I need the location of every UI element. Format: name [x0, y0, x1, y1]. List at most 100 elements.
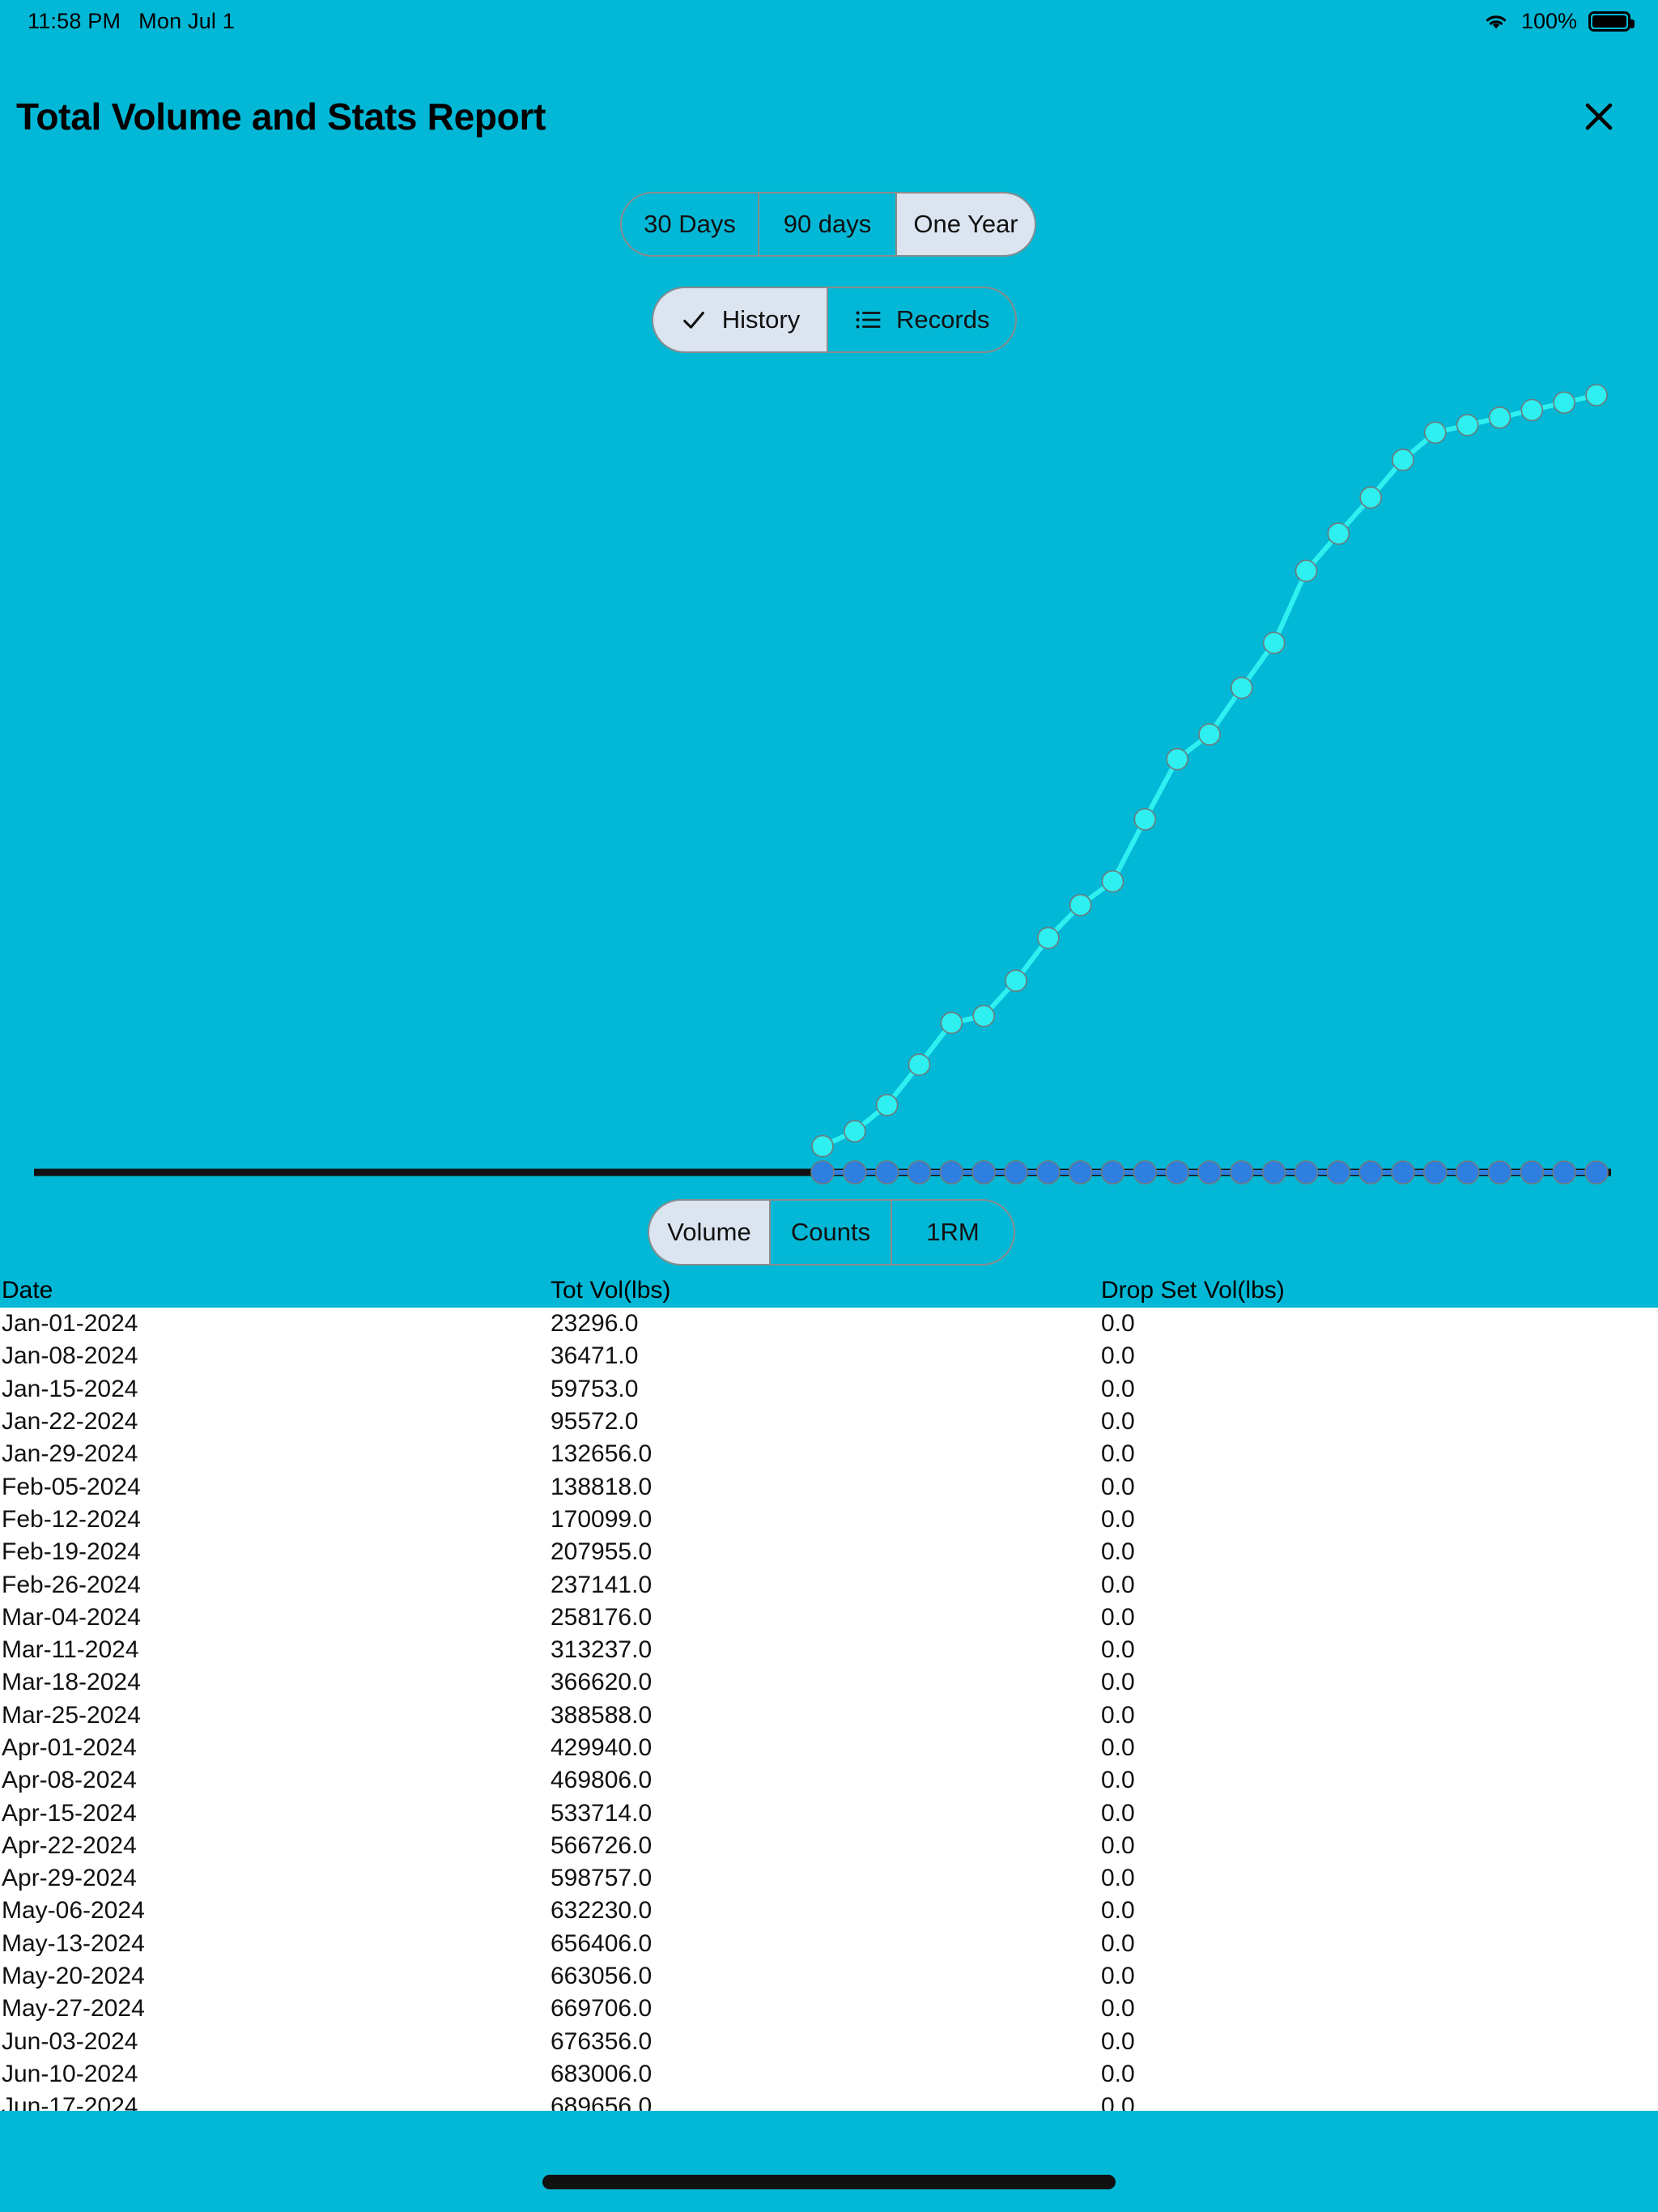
table-row[interactable]: May-20-2024 663056.0 0.0 — [0, 1960, 1658, 1993]
table-row[interactable]: Mar-18-2024 366620.0 0.0 — [0, 1666, 1658, 1699]
table-row[interactable]: Apr-15-2024 533714.0 0.0 — [0, 1797, 1658, 1829]
chart-data-point[interactable] — [1584, 1160, 1609, 1185]
chart-data-point[interactable] — [1005, 969, 1027, 993]
chart-data-point[interactable] — [843, 1160, 867, 1185]
chart-data-point[interactable] — [1165, 1160, 1189, 1185]
table-row[interactable]: Apr-08-2024 469806.0 0.0 — [0, 1764, 1658, 1797]
chart-data-point[interactable] — [1456, 414, 1479, 436]
chart-data-point[interactable] — [1391, 1160, 1415, 1185]
chart-data-point[interactable] — [1552, 1160, 1576, 1185]
chart-data-point[interactable] — [1037, 926, 1060, 950]
metric-option-volume[interactable]: Volume — [649, 1201, 771, 1264]
period-option-30-days[interactable]: 30 Days — [622, 194, 759, 255]
cell-drop-set-vol: 0.0 — [1101, 1408, 1135, 1436]
table-row[interactable]: Jan-08-2024 36471.0 0.0 — [0, 1340, 1658, 1372]
chart-data-point[interactable] — [1133, 808, 1157, 831]
cell-date: Feb-26-2024 — [2, 1571, 141, 1598]
stats-table[interactable]: Date Tot Vol(lbs) Drop Set Vol(lbs) Jan-… — [0, 1274, 1658, 2111]
cell-date: Feb-05-2024 — [2, 1473, 141, 1500]
chart-data-point[interactable] — [1520, 1160, 1545, 1185]
table-row[interactable]: Feb-26-2024 237141.0 0.0 — [0, 1568, 1658, 1601]
table-row[interactable]: Jun-17-2024 689656.0 0.0 — [0, 2091, 1658, 2111]
table-row[interactable]: Jan-15-2024 59753.0 0.0 — [0, 1373, 1658, 1406]
table-row[interactable]: Apr-22-2024 566726.0 0.0 — [0, 1830, 1658, 1862]
chart-data-point[interactable] — [939, 1160, 964, 1185]
table-row[interactable]: Feb-12-2024 170099.0 0.0 — [0, 1504, 1658, 1536]
cell-tot-vol: 598757.0 — [551, 1865, 653, 1892]
table-row[interactable]: Feb-05-2024 138818.0 0.0 — [0, 1470, 1658, 1503]
chart-data-point[interactable] — [940, 1011, 963, 1035]
chart-data-point[interactable] — [1358, 1160, 1383, 1185]
column-header-tot-vol: Tot Vol(lbs) — [551, 1277, 671, 1304]
cell-tot-vol: 656406.0 — [551, 1929, 653, 1957]
chart-data-point[interactable] — [1198, 723, 1221, 746]
chart-data-point[interactable] — [1359, 486, 1382, 509]
table-row[interactable]: Jan-01-2024 23296.0 0.0 — [0, 1308, 1658, 1340]
chart-data-point[interactable] — [1553, 391, 1575, 415]
chart-data-point[interactable] — [1520, 398, 1544, 422]
chart-data-point[interactable] — [1585, 384, 1608, 406]
table-row[interactable]: Mar-25-2024 388588.0 0.0 — [0, 1699, 1658, 1732]
table-row[interactable]: Jan-29-2024 132656.0 0.0 — [0, 1438, 1658, 1470]
chart-data-point[interactable] — [1487, 1160, 1512, 1185]
chart-data-point[interactable] — [1101, 870, 1124, 893]
table-row[interactable]: Apr-29-2024 598757.0 0.0 — [0, 1862, 1658, 1895]
metric-selector[interactable]: Volume Counts 1RM — [648, 1199, 1015, 1266]
home-indicator[interactable] — [542, 2175, 1116, 2189]
chart-data-point[interactable] — [1488, 406, 1511, 429]
chart-data-point[interactable] — [1326, 1160, 1351, 1185]
chart-data-point[interactable] — [1423, 1160, 1448, 1185]
chart-data-point[interactable] — [1262, 632, 1286, 654]
chart-data-point[interactable] — [1230, 1160, 1254, 1185]
table-row[interactable]: Jun-03-2024 676356.0 0.0 — [0, 2026, 1658, 2058]
chart-data-point[interactable] — [874, 1160, 899, 1185]
chart-data-point[interactable] — [1455, 1160, 1480, 1185]
cell-tot-vol: 138818.0 — [551, 1473, 653, 1500]
table-row[interactable]: Mar-11-2024 313237.0 0.0 — [0, 1634, 1658, 1666]
metric-option-label: 1RM — [926, 1218, 980, 1246]
chart-data-point[interactable] — [1004, 1160, 1028, 1185]
view-selector[interactable]: History Records — [652, 287, 1018, 353]
chart-data-point[interactable] — [1231, 676, 1253, 700]
view-option-records[interactable]: Records — [828, 288, 1015, 351]
table-row[interactable]: Jan-22-2024 95572.0 0.0 — [0, 1406, 1658, 1438]
table-row[interactable]: Apr-01-2024 429940.0 0.0 — [0, 1732, 1658, 1764]
metric-option-1rm[interactable]: 1RM — [892, 1201, 1014, 1264]
table-row[interactable]: Mar-04-2024 258176.0 0.0 — [0, 1602, 1658, 1634]
cell-date: Jan-15-2024 — [2, 1375, 138, 1402]
table-row[interactable]: Feb-19-2024 207955.0 0.0 — [0, 1536, 1658, 1568]
chart-data-point[interactable] — [1392, 449, 1414, 471]
table-row[interactable]: May-13-2024 656406.0 0.0 — [0, 1928, 1658, 1960]
chart-data-point[interactable] — [907, 1160, 932, 1185]
chart-data-point[interactable] — [1036, 1160, 1061, 1185]
chart-data-point[interactable] — [972, 1004, 995, 1027]
view-option-history[interactable]: History — [653, 288, 828, 351]
chart-data-point[interactable] — [1068, 1160, 1093, 1185]
chart-data-point[interactable] — [844, 1120, 866, 1143]
chart-data-point[interactable] — [1133, 1160, 1158, 1185]
period-option-one-year[interactable]: One Year — [897, 194, 1035, 255]
chart-data-point[interactable] — [875, 1094, 899, 1117]
chart-data-point[interactable] — [1100, 1160, 1125, 1185]
metric-option-counts[interactable]: Counts — [771, 1201, 892, 1264]
chart-data-point[interactable] — [811, 1134, 834, 1158]
period-option-90-days[interactable]: 90 days — [759, 194, 897, 255]
chart-data-point[interactable] — [1197, 1160, 1222, 1185]
chart-data-point[interactable] — [1295, 559, 1318, 582]
chart-data-point[interactable] — [810, 1160, 835, 1185]
chart-data-point[interactable] — [971, 1160, 996, 1185]
table-row[interactable]: Jun-10-2024 683006.0 0.0 — [0, 2058, 1658, 2091]
chart-data-point[interactable] — [1327, 522, 1350, 545]
cell-tot-vol: 566726.0 — [551, 1831, 653, 1859]
chart-data-point[interactable] — [1294, 1160, 1319, 1185]
chart-data-point[interactable] — [1069, 894, 1092, 917]
close-button[interactable] — [1572, 90, 1626, 143]
table-row[interactable]: May-27-2024 669706.0 0.0 — [0, 1993, 1658, 2025]
chart-data-point[interactable] — [1166, 747, 1188, 771]
table-row[interactable]: May-06-2024 632230.0 0.0 — [0, 1895, 1658, 1927]
chart-data-point[interactable] — [1424, 421, 1447, 445]
chart-data-point[interactable] — [1261, 1160, 1286, 1185]
chart-data-point[interactable] — [908, 1053, 931, 1076]
cell-drop-set-vol: 0.0 — [1101, 1538, 1135, 1566]
period-selector[interactable]: 30 Days 90 days One Year — [620, 192, 1036, 257]
